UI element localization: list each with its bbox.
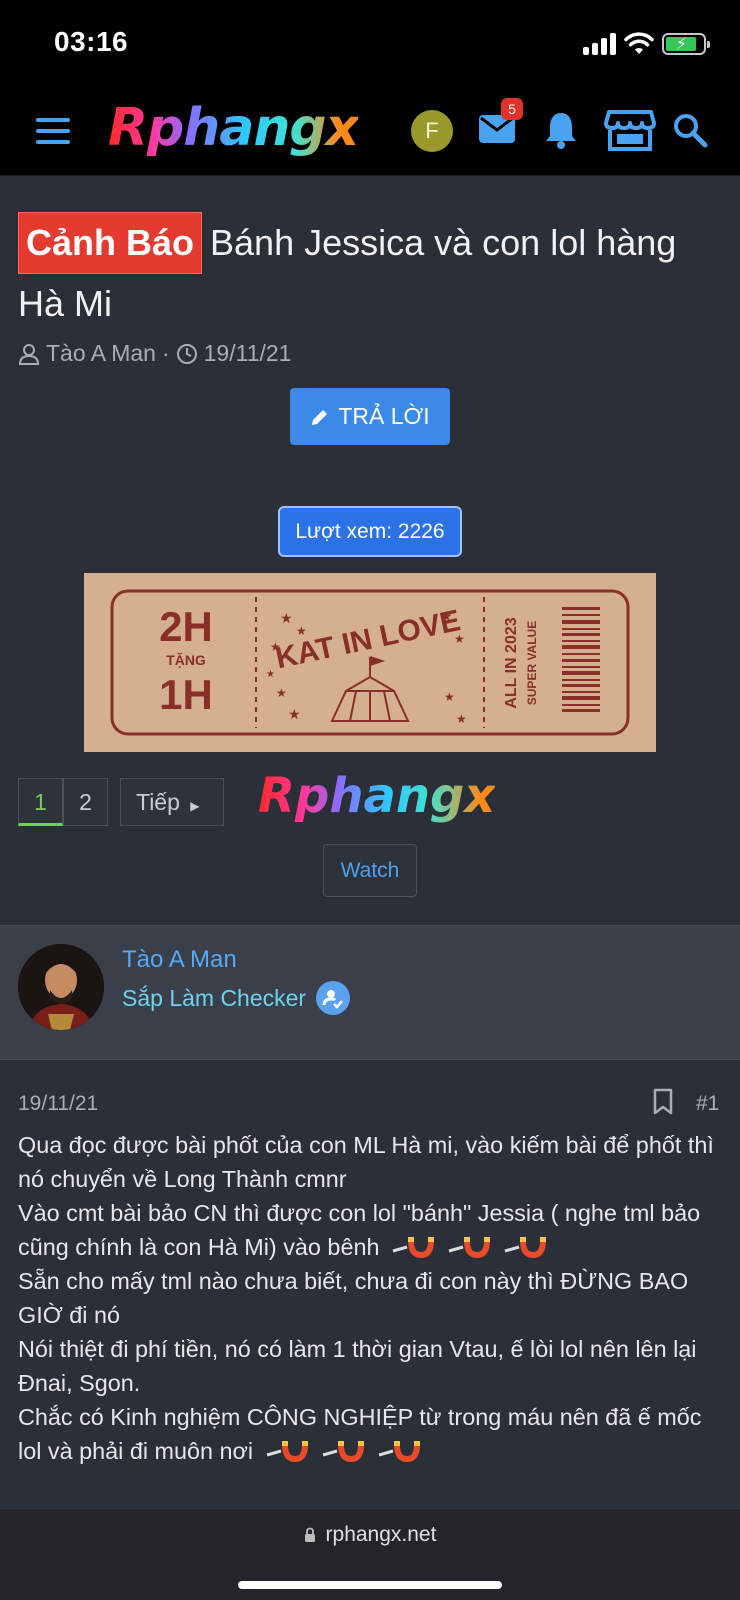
mail-count-badge: 5	[501, 98, 523, 120]
svg-text:★: ★	[440, 608, 453, 624]
status-bar: 03:16 ⚡	[0, 0, 740, 90]
watch-button[interactable]: Watch	[323, 844, 417, 897]
view-count-badge: Lượt xem: 2226	[278, 506, 462, 557]
post-user-block: Tào A Man Sắp Làm Checker	[0, 925, 740, 1060]
thread-meta: Tào A Man · 19/11/21	[18, 340, 291, 367]
browser-url-bar[interactable]: rphangx.net	[0, 1508, 740, 1600]
banner-offer-mid: TẶNG	[166, 652, 206, 668]
svg-text:★: ★	[276, 686, 287, 700]
pencil-icon	[312, 409, 328, 425]
cellular-signal-icon	[583, 33, 617, 55]
svg-text:★: ★	[456, 712, 467, 726]
post-user-title: Sắp Làm Checker	[122, 981, 351, 1015]
svg-text:★: ★	[444, 690, 455, 704]
banner-tag-2: SUPER VALUE	[525, 621, 539, 705]
next-page-label: Tiếp	[136, 789, 180, 815]
pagination-logo: Rphangx	[258, 768, 496, 824]
caret-right-icon: ▶	[190, 799, 200, 813]
svg-text:★: ★	[288, 706, 301, 722]
post-paragraph: Nói thiệt đi phí tiền, nó có làm 1 thời …	[18, 1336, 697, 1396]
verified-user-icon	[316, 981, 351, 1015]
bell-icon[interactable]	[543, 110, 579, 150]
next-page-button[interactable]: Tiếp ▶	[120, 778, 224, 826]
meta-separator: ·	[161, 340, 170, 366]
battery-charging-icon: ⚡	[662, 33, 710, 55]
post-paragraph: Sẵn cho mấy tml nào chưa biết, chưa đi c…	[18, 1268, 689, 1328]
svg-text:★: ★	[454, 632, 465, 646]
page-2-button[interactable]: 2	[63, 778, 108, 826]
search-icon[interactable]	[672, 112, 708, 148]
banner-brand: KAT IN LOVE	[273, 604, 464, 675]
post-paragraph: Vào cmt bài bảo CN thì được con lol "bán…	[18, 1200, 701, 1260]
thread-author[interactable]: Tào A Man	[46, 340, 156, 367]
post-user-avatar[interactable]	[18, 944, 104, 1030]
banner-tag-1: ALL IN 2023	[503, 617, 520, 708]
lock-icon	[304, 1527, 315, 1542]
svg-text:★: ★	[266, 669, 275, 680]
pagination: 1 2	[18, 778, 108, 826]
post-number[interactable]: #1	[696, 1092, 719, 1116]
site-header: Rphangx F 5	[0, 90, 740, 176]
ad-banner[interactable]: 2H TẶNG 1H KAT IN LOVE ★ ★ ★ ★ ★ ★ ★ ★ ★ ★ AL…	[84, 573, 656, 752]
thread-title: Cảnh Báo Bánh Jessica và con lol hàng Hà …	[18, 212, 718, 334]
site-logo[interactable]: Rphangx	[108, 98, 359, 158]
user-icon	[18, 343, 40, 365]
circus-tent-icon	[330, 656, 410, 722]
home-indicator[interactable]	[238, 1581, 502, 1589]
clock-icon	[176, 343, 197, 364]
post-paragraph: Chắc có Kinh nghiệm CÔNG NGHIỆP từ trong…	[18, 1404, 702, 1464]
thread-date[interactable]: 19/11/21	[204, 340, 292, 367]
page-1-button[interactable]: 1	[18, 778, 63, 826]
magnet-emoji-icon	[265, 1437, 309, 1463]
svg-text:★: ★	[296, 624, 307, 638]
post-date[interactable]: 19/11/21	[18, 1092, 98, 1116]
magnet-emoji-icon	[503, 1233, 547, 1259]
svg-text:★: ★	[270, 640, 281, 654]
post-paragraph: Qua đọc được bài phốt của con ML Hà mi, …	[18, 1132, 714, 1192]
user-title-text: Sắp Làm Checker	[122, 984, 307, 1011]
magnet-emoji-icon	[377, 1437, 421, 1463]
status-time: 03:16	[54, 26, 129, 57]
bookmark-icon[interactable]	[652, 1088, 674, 1116]
user-avatar-button[interactable]: F	[411, 110, 453, 152]
magnet-emoji-icon	[391, 1233, 435, 1259]
reply-button[interactable]: TRẢ LỜI	[290, 388, 450, 445]
post-username[interactable]: Tào A Man	[122, 946, 237, 974]
magnet-emoji-icon	[447, 1233, 491, 1259]
url-text: rphangx.net	[325, 1523, 437, 1546]
barcode-icon	[562, 607, 600, 712]
wifi-icon	[624, 32, 654, 54]
url-display[interactable]: rphangx.net	[0, 1523, 740, 1547]
svg-text:★: ★	[280, 610, 293, 626]
hamburger-menu-icon[interactable]	[36, 118, 70, 144]
reply-label: TRẢ LỜI	[338, 403, 430, 429]
post-message: Qua đọc được bài phốt của con ML Hà mi, …	[18, 1128, 730, 1468]
store-icon[interactable]	[604, 108, 656, 152]
magnet-emoji-icon	[321, 1437, 365, 1463]
banner-offer-bottom: 1H	[159, 671, 213, 718]
banner-offer-top: 2H	[159, 603, 213, 650]
thread-prefix-badge[interactable]: Cảnh Báo	[18, 212, 203, 274]
post-body: 19/11/21 #1 Qua đọc được bài phốt của co…	[0, 1060, 740, 1508]
